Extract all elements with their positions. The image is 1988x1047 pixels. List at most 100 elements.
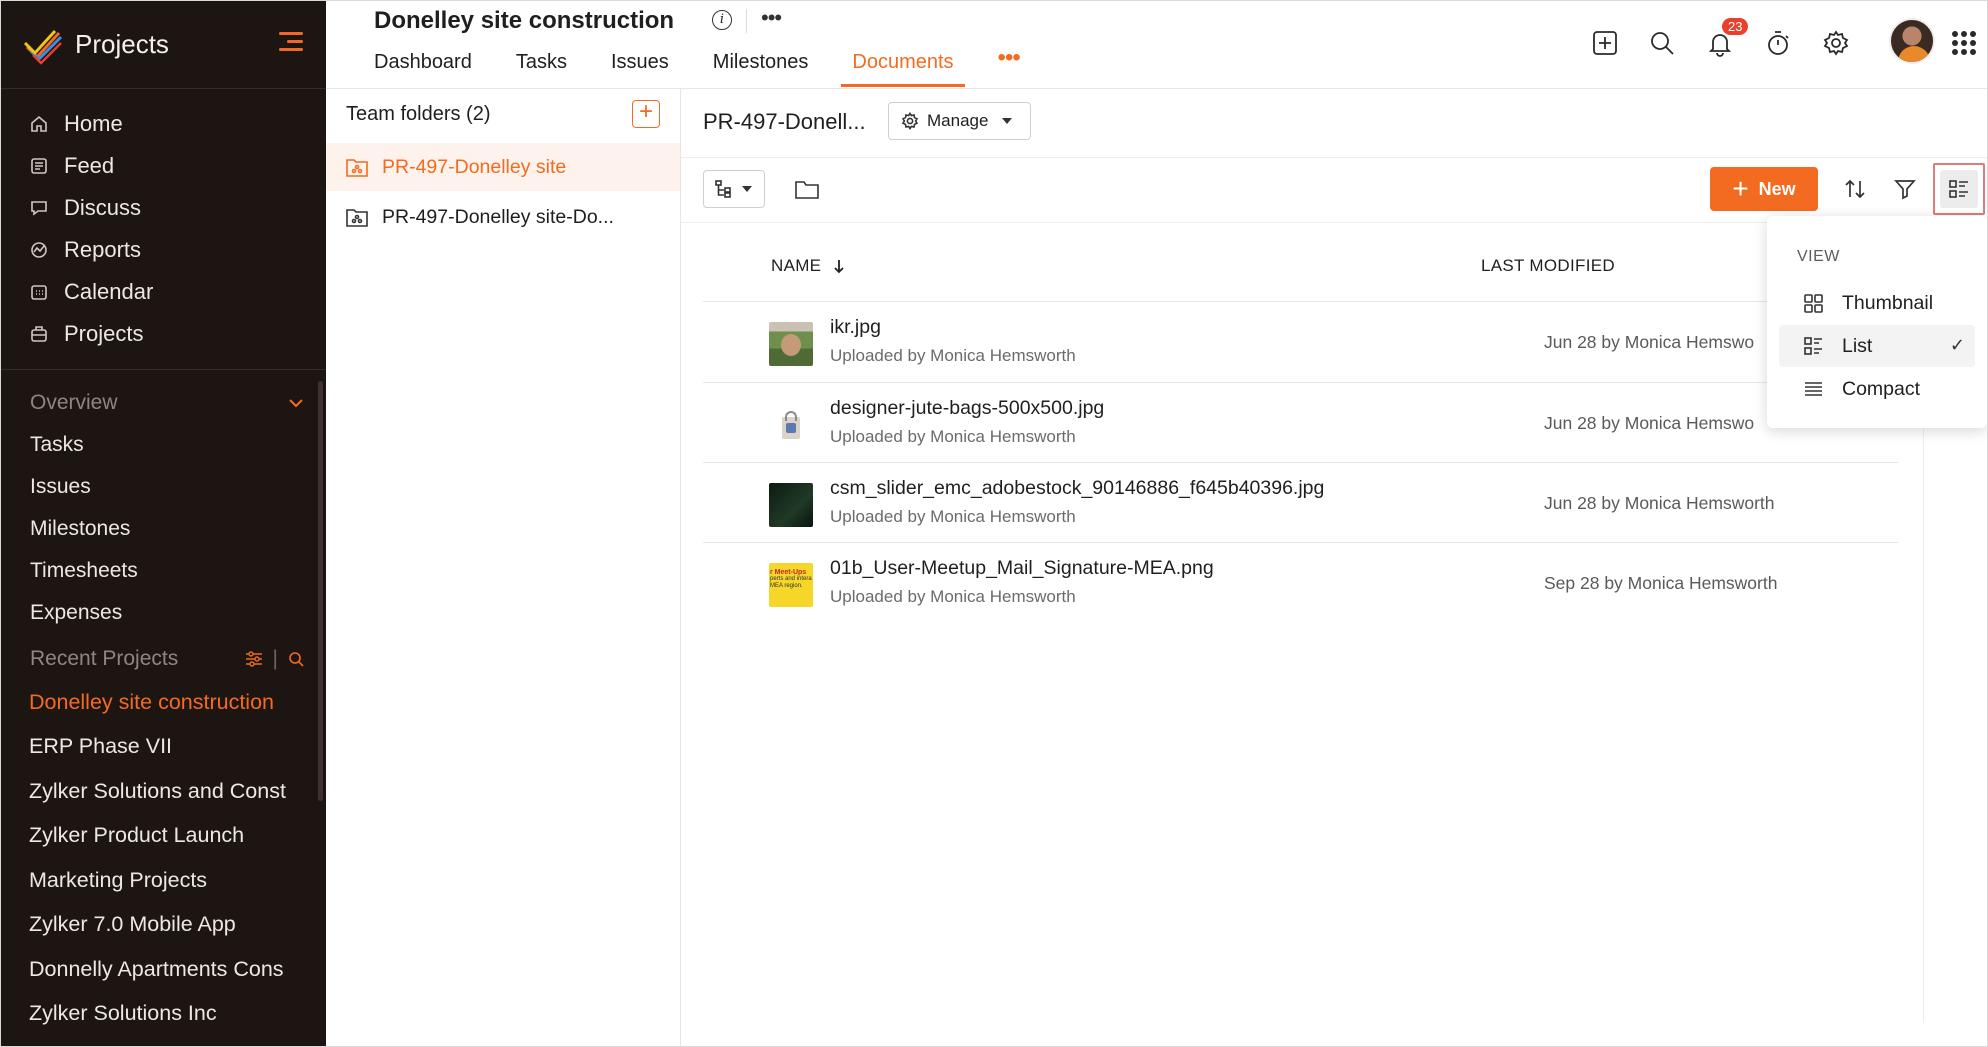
- info-icon[interactable]: i: [712, 10, 732, 30]
- search-icon[interactable]: [288, 651, 304, 667]
- table-row[interactable]: csm_slider_emc_adobestock_90146886_f645b…: [703, 462, 1898, 542]
- recent-project-item[interactable]: Zylker Solutions and Const: [1, 769, 326, 814]
- sidebar-item-expenses[interactable]: Expenses: [1, 592, 326, 634]
- file-modified: Jun 28 by Monica Hemswo: [1544, 332, 1755, 352]
- thumb-text: MEA region.: [770, 583, 803, 589]
- recent-project-item[interactable]: Zylker Product Launch: [1, 814, 326, 859]
- sidebar-item-tasks[interactable]: Tasks: [1, 424, 326, 466]
- recent-projects-label: Recent Projects: [30, 647, 179, 670]
- file-name[interactable]: 01b_User-Meetup_Mail_Signature-MEA.png: [830, 557, 1214, 580]
- tab-issues[interactable]: Issues: [611, 51, 669, 87]
- nav-discuss[interactable]: Discuss: [1, 187, 326, 229]
- table-row[interactable]: ikr.jpg Uploaded by Monica Hemsworth Jun…: [703, 301, 1898, 381]
- file-uploader: Uploaded by Monica Hemsworth: [830, 587, 1076, 606]
- table-row[interactable]: designer-jute-bags-500x500.jpg Uploaded …: [703, 382, 1898, 462]
- view-menu-heading: VIEW: [1797, 248, 1840, 265]
- file-thumbnail: [769, 483, 813, 527]
- file-name[interactable]: csm_slider_emc_adobestock_90146886_f645b…: [830, 477, 1324, 500]
- recent-project-item[interactable]: Donnelly Apartments Cons: [1, 947, 326, 992]
- chevron-down-icon[interactable]: [288, 398, 304, 408]
- checkmark-icon: ✓: [1949, 335, 1965, 355]
- compact-view-icon: [1805, 381, 1822, 396]
- manage-dropdown[interactable]: Manage: [888, 102, 1031, 140]
- file-name[interactable]: designer-jute-bags-500x500.jpg: [830, 397, 1104, 420]
- folder-icon[interactable]: [794, 177, 820, 201]
- recent-project-item[interactable]: Marketing Projects: [1, 858, 326, 903]
- projects-icon: [29, 324, 49, 344]
- thumb-text: r Meet-Ups: [770, 569, 807, 576]
- settings-gear-icon[interactable]: [1822, 29, 1850, 57]
- menu-icon[interactable]: [279, 32, 303, 52]
- folder-item[interactable]: PR-497-Donelley site-Do...: [326, 193, 680, 241]
- sidebar-scrollbar[interactable]: [318, 381, 323, 801]
- divider-bar: |: [272, 647, 278, 670]
- tab-documents[interactable]: Documents: [841, 51, 965, 87]
- caret-down-icon: [1002, 118, 1013, 124]
- home-icon: [29, 114, 49, 134]
- file-uploader: Uploaded by Monica Hemsworth: [830, 507, 1076, 526]
- discuss-icon: [29, 198, 49, 218]
- timer-icon[interactable]: [1764, 29, 1792, 57]
- sort-icon[interactable]: [1843, 177, 1867, 201]
- apps-grid-icon[interactable]: [1952, 31, 1976, 55]
- filter-settings-icon[interactable]: [245, 651, 263, 667]
- team-folders-heading: Team folders (2): [346, 103, 491, 125]
- file-name[interactable]: ikr.jpg: [830, 316, 881, 339]
- filter-icon[interactable]: [1893, 177, 1917, 201]
- folder-tree-dropdown[interactable]: [703, 170, 765, 208]
- file-modified: Sep 28 by Monica Hemsworth: [1544, 573, 1778, 593]
- overview-section-header[interactable]: Overview: [1, 382, 326, 424]
- view-option-label: List: [1842, 334, 1873, 357]
- nav-label: Projects: [64, 321, 144, 346]
- recent-project-item[interactable]: Donelley site construction: [1, 680, 326, 725]
- sidebar-item-issues[interactable]: Issues: [1, 466, 326, 508]
- add-icon[interactable]: [1591, 29, 1619, 57]
- nav-calendar[interactable]: Calendar: [1, 271, 326, 313]
- list-view-icon: [1949, 180, 1968, 198]
- recent-project-item[interactable]: ERP Phase VII: [1, 725, 326, 770]
- tab-tasks[interactable]: Tasks: [516, 51, 567, 87]
- nav-reports[interactable]: Reports: [1, 229, 326, 271]
- nav-home[interactable]: Home: [1, 103, 326, 145]
- tree-view-icon: [715, 180, 731, 198]
- view-mode-button[interactable]: [1933, 163, 1985, 215]
- tabs-more-button[interactable]: •••: [998, 46, 1021, 87]
- sidebar-item-milestones[interactable]: Milestones: [1, 508, 326, 550]
- app-title: Projects: [75, 29, 169, 59]
- tab-milestones[interactable]: Milestones: [713, 51, 809, 87]
- add-folder-button[interactable]: +: [632, 100, 660, 128]
- table-row[interactable]: r Meet-Ups perts and intera MEA region. …: [703, 542, 1898, 622]
- nav-label: Discuss: [64, 195, 142, 220]
- notification-bell-icon[interactable]: 23: [1706, 18, 1749, 57]
- new-label: New: [1758, 178, 1796, 199]
- more-options-icon[interactable]: •••: [761, 5, 782, 31]
- reports-icon: [29, 240, 49, 260]
- calendar-icon: [29, 282, 49, 302]
- manage-label: Manage: [927, 111, 989, 130]
- file-uploader: Uploaded by Monica Hemsworth: [830, 427, 1076, 446]
- new-button[interactable]: + New: [1710, 167, 1818, 211]
- nav-feed[interactable]: Feed: [1, 145, 326, 187]
- column-header-modified[interactable]: LAST MODIFIED: [1481, 256, 1615, 276]
- nav-projects[interactable]: Projects: [1, 313, 326, 355]
- search-icon[interactable]: [1648, 29, 1676, 57]
- file-thumbnail: r Meet-Ups perts and intera MEA region.: [769, 563, 813, 607]
- recent-project-item[interactable]: Zylker Solutions Inc: [1, 992, 326, 1037]
- breadcrumb[interactable]: PR-497-Donell...: [703, 109, 866, 135]
- page-title: Donelley site construction: [374, 7, 675, 34]
- recent-project-item[interactable]: Zylker 7.0 Mobile App: [1, 903, 326, 948]
- sidebar-divider: [1, 369, 326, 370]
- view-option-thumbnail[interactable]: Thumbnail: [1779, 282, 1975, 324]
- user-avatar[interactable]: [1889, 18, 1935, 64]
- nav-label: Feed: [64, 153, 115, 178]
- top-header: Donelley site construction i ••• Dashboa…: [326, 1, 1987, 89]
- gear-icon: [901, 112, 919, 130]
- view-option-list[interactable]: List ✓: [1779, 325, 1975, 367]
- view-option-compact[interactable]: Compact: [1779, 368, 1975, 410]
- tab-dashboard[interactable]: Dashboard: [374, 51, 472, 87]
- sidebar-item-timesheets[interactable]: Timesheets: [1, 550, 326, 592]
- file-thumbnail: [769, 322, 813, 366]
- column-header-name[interactable]: NAME: [771, 256, 846, 276]
- nav-label: Reports: [64, 237, 142, 262]
- folder-item[interactable]: PR-497-Donelley site: [326, 143, 680, 191]
